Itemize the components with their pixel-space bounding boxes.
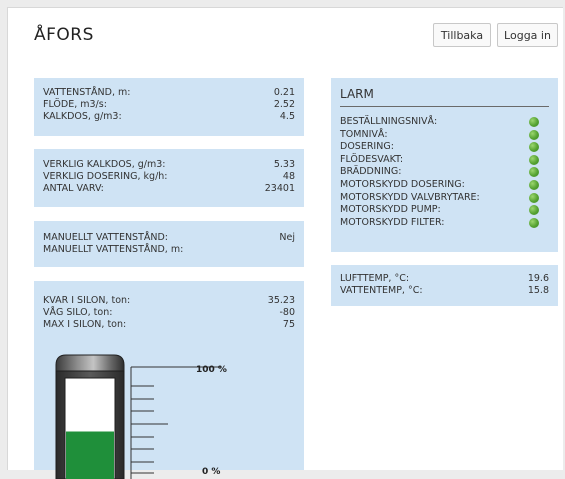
flow-label: FLÖDE, m3/s:: [43, 99, 107, 111]
silo-remaining-row: KVAR I SILON, ton: 35.23: [43, 295, 295, 307]
status-ok-icon: [529, 193, 539, 203]
alarm-label: FLÖDESVAKT:: [340, 154, 403, 166]
actual-lime-dose-label: VERKLIG KALKDOS, g/m3:: [43, 159, 165, 171]
level-100-label: 100 %: [196, 365, 227, 375]
lime-dose-label: KALKDOS, g/m3:: [43, 111, 122, 123]
water-level-value: 0.21: [274, 87, 295, 99]
status-ok-icon: [529, 218, 539, 228]
silo-cap: [56, 355, 124, 371]
actual-dosing-value: 48: [283, 171, 295, 183]
page: ÅFORS Tillbaka Logga in VATTENSTÅND, m: …: [7, 7, 563, 470]
login-button[interactable]: Logga in: [497, 23, 558, 47]
manual-level-m-row: MANUELLT VATTENSTÅND, m:: [43, 244, 295, 256]
manual-level-row: MANUELLT VATTENSTÅND: Nej: [43, 232, 295, 244]
manual-panel: MANUELLT VATTENSTÅND: Nej MANUELLT VATTE…: [34, 221, 304, 267]
silo-remaining-value: 35.23: [268, 295, 295, 307]
status-ok-icon: [529, 167, 539, 177]
actual-dosing-row: VERKLIG DOSERING, kg/h: 48: [43, 171, 295, 183]
page-title: ÅFORS: [34, 25, 94, 45]
manual-level-m-label: MANUELLT VATTENSTÅND, m:: [43, 244, 183, 256]
silo-weight-value: -80: [279, 307, 295, 319]
alarm-item: DOSERING:: [340, 141, 549, 153]
alarm-item: BRÄDDNING:: [340, 166, 549, 178]
alarm-item: TOMNIVÅ:: [340, 129, 549, 141]
air-temp-row: LUFTTEMP, °C: 19.6: [340, 273, 549, 285]
water-level-row: VATTENSTÅND, m: 0.21: [43, 87, 295, 99]
water-temp-label: VATTENTEMP, °C:: [340, 285, 423, 297]
revolutions-value: 23401: [265, 183, 295, 195]
status-ok-icon: [529, 205, 539, 215]
actual-dosing-label: VERKLIG DOSERING, kg/h:: [43, 171, 168, 183]
silo-remaining-label: KVAR I SILON, ton:: [43, 295, 130, 307]
alarm-panel: LARM BESTÄLLNINGSNIVÅ:TOMNIVÅ:DOSERING:F…: [331, 78, 558, 252]
alarm-label: MOTORSKYDD FILTER:: [340, 217, 445, 229]
silo-fill-level: [66, 432, 114, 479]
alarm-label: MOTORSKYDD VALVBRYTARE:: [340, 192, 480, 204]
alarm-label: MOTORSKYDD DOSERING:: [340, 179, 465, 191]
status-ok-icon: [529, 117, 539, 127]
back-button[interactable]: Tillbaka: [433, 23, 491, 47]
silo-panel: KVAR I SILON, ton: 35.23 VÅG SILO, ton: …: [34, 281, 304, 470]
silo-level-gauge: 100 % 0 %: [46, 349, 246, 479]
flow-row: FLÖDE, m3/s: 2.52: [43, 99, 295, 111]
alarm-label: TOMNIVÅ:: [340, 129, 388, 141]
water-level-label: VATTENSTÅND, m:: [43, 87, 130, 99]
alarm-title: LARM: [340, 87, 374, 101]
status-ok-icon: [529, 180, 539, 190]
manual-level-label: MANUELLT VATTENSTÅND:: [43, 232, 168, 244]
temperature-panel: LUFTTEMP, °C: 19.6 VATTENTEMP, °C: 15.8: [331, 265, 558, 306]
silo-weight-row: VÅG SILO, ton: -80: [43, 307, 295, 319]
actual-lime-dose-value: 5.33: [274, 159, 295, 171]
flow-panel: VATTENSTÅND, m: 0.21 FLÖDE, m3/s: 2.52 K…: [34, 78, 304, 136]
alarm-item: MOTORSKYDD FILTER:: [340, 217, 549, 229]
alarm-item: MOTORSKYDD VALVBRYTARE:: [340, 192, 549, 204]
alarm-label: BRÄDDNING:: [340, 166, 401, 178]
water-temp-value: 15.8: [528, 285, 549, 297]
silo-max-row: MAX I SILON, ton: 75: [43, 319, 295, 331]
alarm-label: BESTÄLLNINGSNIVÅ:: [340, 116, 437, 128]
alarm-label: MOTORSKYDD PUMP:: [340, 204, 441, 216]
air-temp-value: 19.6: [528, 273, 549, 285]
revolutions-label: ANTAL VARV:: [43, 183, 104, 195]
alarm-item: MOTORSKYDD DOSERING:: [340, 179, 549, 191]
alarm-item: MOTORSKYDD PUMP:: [340, 204, 549, 216]
alarm-item: FLÖDESVAKT:: [340, 154, 549, 166]
alarm-item: BESTÄLLNINGSNIVÅ:: [340, 116, 549, 128]
air-temp-label: LUFTTEMP, °C:: [340, 273, 409, 285]
flow-value: 2.52: [274, 99, 295, 111]
lime-dose-row: KALKDOS, g/m3: 4.5: [43, 111, 295, 123]
manual-level-value: Nej: [279, 232, 295, 244]
actual-lime-dose-row: VERKLIG KALKDOS, g/m3: 5.33: [43, 159, 295, 171]
silo-weight-label: VÅG SILO, ton:: [43, 307, 112, 319]
silo-max-label: MAX I SILON, ton:: [43, 319, 126, 331]
lime-dose-value: 4.5: [280, 111, 295, 123]
status-ok-icon: [529, 130, 539, 140]
silo-max-value: 75: [283, 319, 295, 331]
alarm-label: DOSERING:: [340, 141, 394, 153]
status-ok-icon: [529, 155, 539, 165]
status-ok-icon: [529, 142, 539, 152]
alarm-divider: [340, 106, 549, 107]
dosing-panel: VERKLIG KALKDOS, g/m3: 5.33 VERKLIG DOSE…: [34, 149, 304, 207]
water-temp-row: VATTENTEMP, °C: 15.8: [340, 285, 549, 297]
revolutions-row: ANTAL VARV: 23401: [43, 183, 295, 195]
